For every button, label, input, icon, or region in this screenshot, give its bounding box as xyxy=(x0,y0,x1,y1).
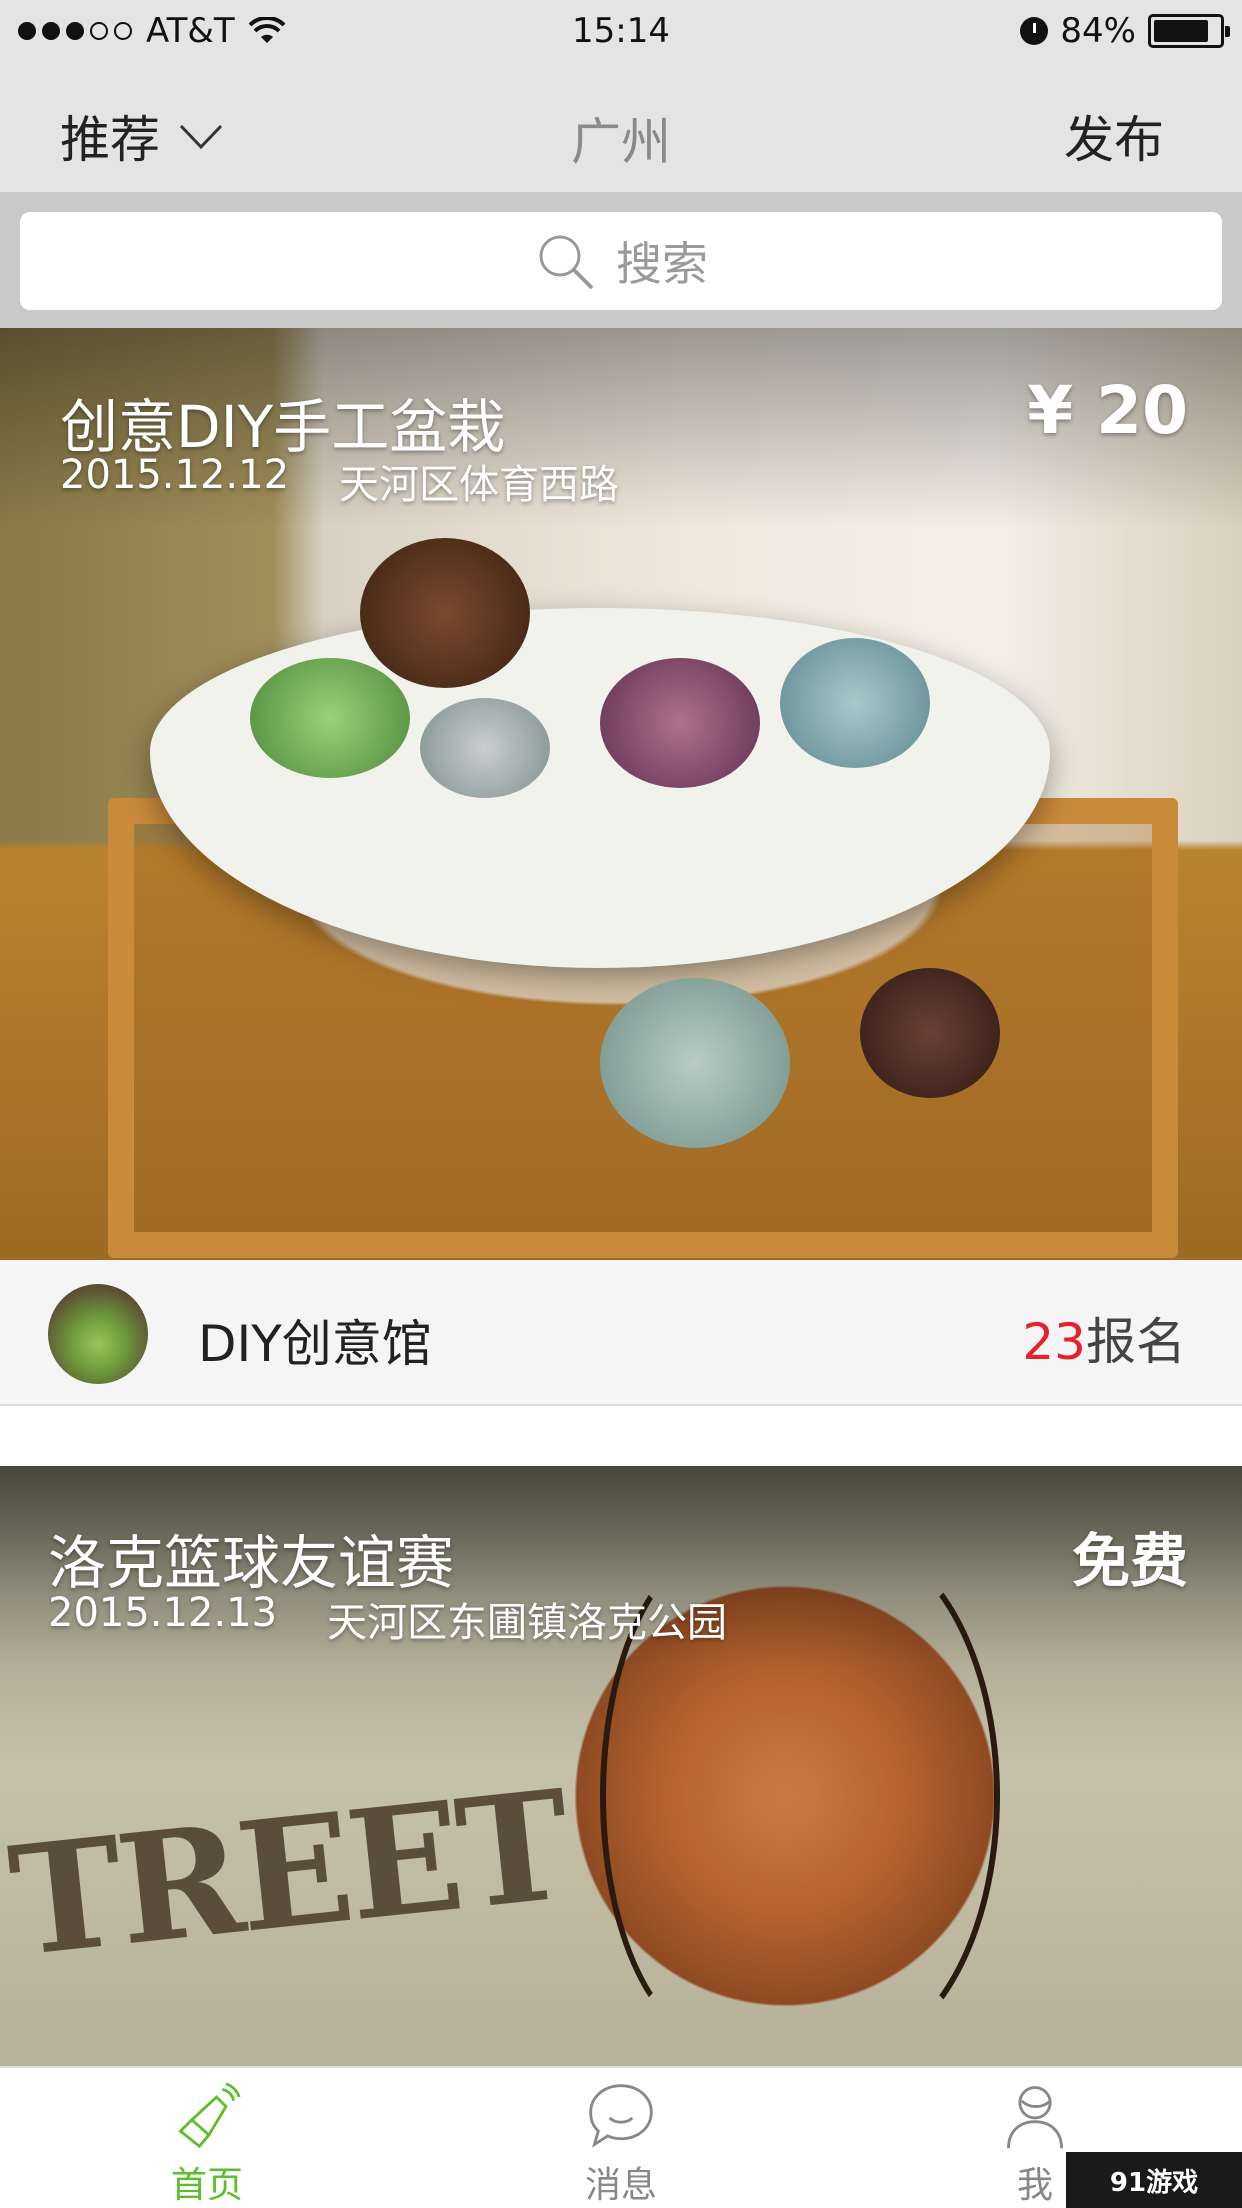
avatar[interactable] xyxy=(48,1284,148,1384)
image-graffiti-text: TREET xyxy=(2,1757,575,1991)
battery-percent: 84% xyxy=(1060,11,1136,51)
chat-bubble-icon xyxy=(589,2084,653,2148)
signup-number: 23 xyxy=(1022,1313,1086,1371)
search-bar: 搜索 xyxy=(0,192,1242,328)
signup-count: 23报名 xyxy=(1022,1302,1186,1374)
tab-me-label: 我 xyxy=(1016,2165,1053,2206)
signup-label: 报名 xyxy=(1086,1313,1186,1371)
event-meta: 2015.12.12 天河区体育西路 xyxy=(60,452,619,510)
recommend-filter-dropdown[interactable]: 推荐 xyxy=(60,100,224,172)
tab-home-label: 首页 xyxy=(170,2165,243,2206)
event-organizer-row[interactable]: DIY创意馆 23报名 xyxy=(0,1260,1242,1406)
search-input[interactable]: 搜索 xyxy=(20,212,1222,310)
tab-messages-label: 消息 xyxy=(584,2165,657,2206)
megaphone-icon xyxy=(178,2082,241,2149)
event-card-image[interactable]: 创意DIY手工盆栽 2015.12.12 天河区体育西路 ¥ 20 xyxy=(0,328,1242,1260)
tab-home[interactable]: 首页 xyxy=(0,2068,414,2208)
search-placeholder: 搜索 xyxy=(616,237,708,291)
event-title: 洛克篮球友谊赛 xyxy=(48,1529,455,1597)
event-location: 天河区体育西路 xyxy=(339,462,620,508)
tab-messages[interactable]: 消息 xyxy=(414,2068,828,2208)
recommend-filter-label: 推荐 xyxy=(60,111,160,169)
organizer-name[interactable]: DIY创意馆 xyxy=(198,1304,432,1376)
nav-bar: 推荐 广州 发布 xyxy=(0,62,1242,192)
signal-strength-icon xyxy=(18,22,132,40)
wifi-icon xyxy=(248,17,285,43)
event-date: 2015.12.13 xyxy=(48,1590,278,1636)
publish-button[interactable]: 发布 xyxy=(1064,100,1164,172)
battery-icon xyxy=(1148,14,1230,48)
event-location: 天河区东圃镇洛克公园 xyxy=(327,1600,728,1646)
alarm-icon xyxy=(1020,17,1049,45)
status-bar: AT&T 15:14 84% xyxy=(0,0,1242,62)
event-price: 免费 xyxy=(1071,1527,1188,1595)
event-card-image[interactable]: TREET 洛克篮球友谊赛 2015.12.13 天河区东圃镇洛克公园 免费 xyxy=(0,1466,1242,2066)
watermark-logo: 91游戏 xyxy=(1066,2152,1242,2208)
chevron-down-icon xyxy=(179,124,223,150)
tab-bar: 首页 消息 我 xyxy=(0,2066,1242,2208)
event-price: ¥ 20 xyxy=(1027,372,1188,449)
person-icon xyxy=(1007,2086,1063,2149)
carrier-name: AT&T xyxy=(146,11,235,51)
event-date: 2015.12.12 xyxy=(60,452,290,498)
event-meta: 2015.12.13 天河区东圃镇洛克公园 xyxy=(48,1590,727,1648)
search-icon xyxy=(539,235,594,290)
